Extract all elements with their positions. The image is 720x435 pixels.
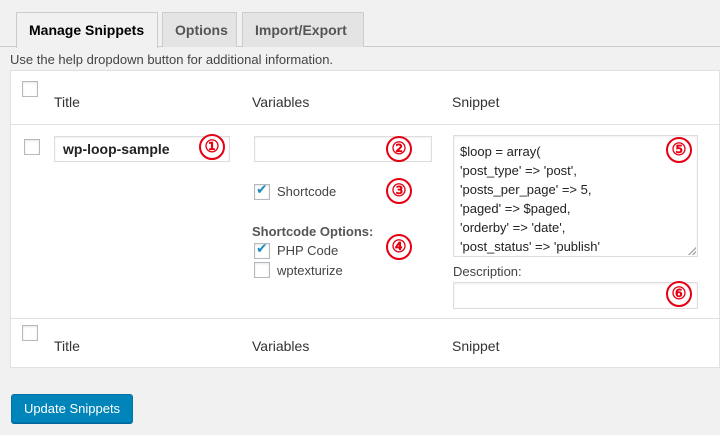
row-divider — [11, 318, 719, 319]
shortcode-options-label: Shortcode Options: — [252, 224, 374, 239]
marker-4: ④ — [386, 234, 412, 260]
select-all-checkbox-bottom[interactable] — [22, 325, 38, 341]
tab-bar: Manage Snippets Options Import/Export — [0, 0, 720, 48]
wptexturize-checkbox[interactable] — [254, 262, 270, 278]
column-variables-footer: Variables — [252, 338, 310, 354]
tab-options[interactable]: Options — [162, 12, 237, 47]
column-title-footer: Title — [54, 338, 80, 354]
snippets-table: Title Variables Snippet ① ② Shortcode ③ … — [10, 70, 720, 368]
wptexturize-label: wptexturize — [277, 263, 343, 278]
column-variables-header: Variables — [252, 94, 310, 110]
snippet-line: 'post_status' => 'publish' — [460, 239, 601, 254]
marker-5: ⑤ — [666, 137, 692, 163]
marker-1: ① — [199, 134, 225, 160]
tab-import-export[interactable]: Import/Export — [242, 12, 364, 47]
select-all-checkbox-top[interactable] — [22, 81, 38, 97]
update-snippets-button[interactable]: Update Snippets — [11, 394, 133, 423]
description-input[interactable] — [453, 282, 698, 309]
marker-3: ③ — [386, 178, 412, 204]
column-snippet-footer: Snippet — [452, 338, 500, 354]
snippet-line: 'paged' => $paged, — [460, 201, 571, 216]
textarea-resize-handle[interactable] — [688, 247, 696, 255]
column-title-header: Title — [54, 94, 80, 110]
snippet-line: 'orderby' => 'date', — [460, 220, 566, 235]
help-text: Use the help dropdown button for additio… — [10, 52, 334, 67]
description-label: Description: — [453, 264, 522, 279]
php-code-label: PHP Code — [277, 243, 339, 258]
row-divider — [11, 124, 719, 125]
snippet-code-textarea[interactable]: $loop = array( 'post_type' => 'post', 'p… — [453, 135, 698, 257]
column-snippet-header: Snippet — [452, 94, 500, 110]
snippet-line: 'post_type' => 'post', — [460, 163, 577, 178]
marker-2: ② — [386, 136, 412, 162]
shortcode-label: Shortcode — [277, 184, 337, 199]
tab-manage-snippets[interactable]: Manage Snippets — [16, 12, 158, 48]
snippet-line: $loop = array( — [460, 144, 541, 159]
snippet-row-checkbox[interactable] — [24, 139, 40, 155]
shortcode-checkbox[interactable] — [254, 182, 270, 200]
marker-6: ⑥ — [666, 281, 692, 307]
snippet-line: 'posts_per_page' => 5, — [460, 182, 592, 197]
php-code-checkbox[interactable] — [254, 241, 270, 259]
